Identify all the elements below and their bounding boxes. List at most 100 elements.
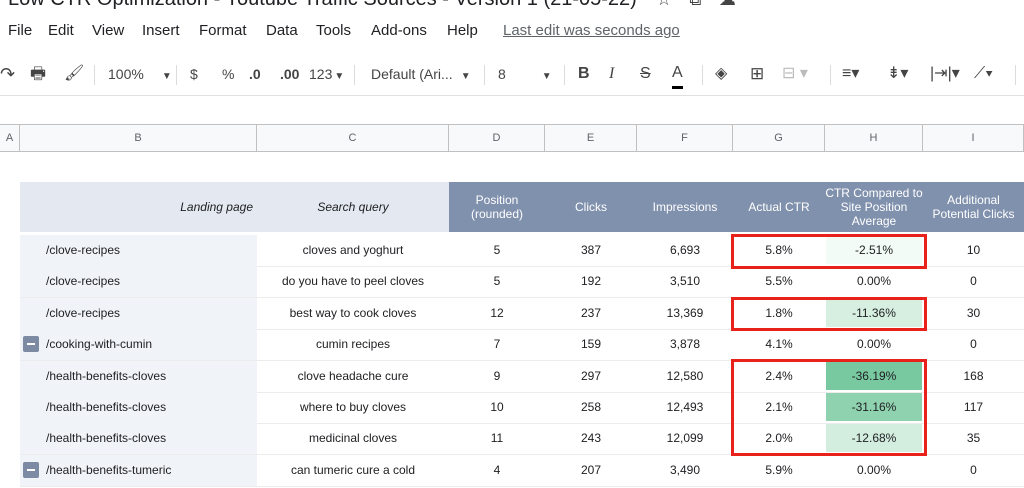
cell-additional-clicks[interactable]: 35 xyxy=(923,423,1024,454)
cell-impressions[interactable]: 12,099 xyxy=(637,423,733,454)
cell-impressions[interactable]: 12,580 xyxy=(637,361,733,392)
cloud-status-icon[interactable]: ☁ xyxy=(719,0,736,9)
cell-landing-page[interactable]: /health-benefits-cloves xyxy=(20,361,257,392)
header-impressions[interactable]: Impressions xyxy=(637,182,733,232)
cell-landing-page[interactable]: /cooking-with-cumin xyxy=(20,329,257,360)
cell-ctr-compared[interactable]: 0.00% xyxy=(826,330,922,358)
cell-search-query[interactable]: cumin recipes xyxy=(257,329,449,360)
cell-additional-clicks[interactable]: 0 xyxy=(923,329,1024,360)
collapse-group-icon[interactable] xyxy=(23,462,39,478)
text-color-button[interactable]: A xyxy=(672,60,683,89)
strikethrough-button[interactable]: S xyxy=(640,56,651,92)
redo-icon[interactable]: ↷ xyxy=(0,56,15,92)
cell-clicks[interactable]: 159 xyxy=(545,329,637,360)
cell-actual-ctr[interactable]: 5.5% xyxy=(733,266,825,297)
cell-additional-clicks[interactable]: 168 xyxy=(923,361,1024,392)
column-header-b[interactable]: B xyxy=(20,125,257,151)
menu-format[interactable]: Format xyxy=(199,22,247,39)
cell-impressions[interactable]: 3,490 xyxy=(637,455,733,486)
cell-search-query[interactable]: best way to cook cloves xyxy=(257,298,449,329)
header-search-query[interactable]: Search query xyxy=(257,182,449,232)
font-size-select[interactable]: 8 ▼ xyxy=(498,56,552,92)
header-actual-ctr[interactable]: Actual CTR xyxy=(733,182,825,232)
percent-format-button[interactable]: % xyxy=(222,56,234,92)
header-ctr-compared[interactable]: CTR Compared to Site Position Average xyxy=(825,182,923,232)
column-header-a[interactable]: A xyxy=(0,125,20,151)
cell-actual-ctr[interactable]: 5.9% xyxy=(733,455,825,486)
cell-position[interactable]: 10 xyxy=(449,392,545,423)
cell-impressions[interactable]: 12,493 xyxy=(637,392,733,423)
cell-landing-page[interactable]: /clove-recipes xyxy=(20,298,257,329)
increase-decimal-button[interactable]: .00 xyxy=(280,56,299,92)
cell-position[interactable]: 5 xyxy=(449,235,545,266)
text-wrapping-icon[interactable]: |⇥|▾ xyxy=(930,56,960,92)
vertical-align-icon[interactable]: ⇟▾ xyxy=(887,56,908,92)
column-header-i[interactable]: I xyxy=(923,125,1024,151)
print-icon[interactable]: 🖶 xyxy=(30,56,46,92)
borders-icon[interactable]: ⊞ xyxy=(750,56,764,92)
column-header-h[interactable]: H xyxy=(825,125,923,151)
menu-view[interactable]: View xyxy=(92,22,124,39)
cell-search-query[interactable]: where to buy cloves xyxy=(257,392,449,423)
star-icon[interactable]: ☆ xyxy=(656,0,671,9)
menu-help[interactable]: Help xyxy=(447,22,478,39)
header-additional-clicks[interactable]: Additional Potential Clicks xyxy=(923,182,1024,232)
cell-search-query[interactable]: do you have to peel cloves xyxy=(257,266,449,297)
menu-insert[interactable]: Insert xyxy=(142,22,180,39)
header-clicks[interactable]: Clicks xyxy=(545,182,637,232)
column-header-f[interactable]: F xyxy=(637,125,733,151)
cell-position[interactable]: 4 xyxy=(449,455,545,486)
menu-file[interactable]: File xyxy=(8,22,32,39)
cell-landing-page[interactable]: /health-benefits-tumeric xyxy=(20,455,257,486)
zoom-select[interactable]: 100% ▼ xyxy=(108,56,172,92)
cell-clicks[interactable]: 243 xyxy=(545,423,637,454)
last-edit-link[interactable]: Last edit was seconds ago xyxy=(503,22,680,39)
cell-additional-clicks[interactable]: 30 xyxy=(923,298,1024,329)
cell-ctr-compared[interactable]: 0.00% xyxy=(826,267,922,295)
column-header-e[interactable]: E xyxy=(545,125,637,151)
cell-impressions[interactable]: 3,510 xyxy=(637,266,733,297)
cell-search-query[interactable]: can tumeric cure a cold xyxy=(257,455,449,486)
cell-clicks[interactable]: 297 xyxy=(545,361,637,392)
cell-impressions[interactable]: 3,878 xyxy=(637,329,733,360)
column-header-c[interactable]: C xyxy=(257,125,449,151)
cell-search-query[interactable]: medicinal cloves xyxy=(257,423,449,454)
cell-position[interactable]: 12 xyxy=(449,298,545,329)
cell-additional-clicks[interactable]: 0 xyxy=(923,455,1024,486)
cell-impressions[interactable]: 13,369 xyxy=(637,298,733,329)
menu-data[interactable]: Data xyxy=(266,22,298,39)
merge-cells-icon[interactable]: ⊟ ▾ xyxy=(782,56,808,92)
text-rotation-icon[interactable]: ⟋▾ xyxy=(974,56,993,92)
cell-landing-page[interactable]: /clove-recipes xyxy=(20,266,257,297)
cell-position[interactable]: 7 xyxy=(449,329,545,360)
cell-clicks[interactable]: 237 xyxy=(545,298,637,329)
cell-clicks[interactable]: 207 xyxy=(545,455,637,486)
menu-tools[interactable]: Tools xyxy=(316,22,351,39)
paint-format-icon[interactable]: 🖌 xyxy=(64,56,84,92)
cell-landing-page[interactable]: /health-benefits-cloves xyxy=(20,392,257,423)
column-header-g[interactable]: G xyxy=(733,125,825,151)
decrease-decimal-button[interactable]: .0 xyxy=(249,56,261,92)
bold-button[interactable]: B xyxy=(578,56,590,92)
cell-search-query[interactable]: clove headache cure xyxy=(257,361,449,392)
cell-search-query[interactable]: cloves and yoghurt xyxy=(257,235,449,266)
cell-position[interactable]: 5 xyxy=(449,266,545,297)
fill-color-icon[interactable]: ◈ xyxy=(715,56,727,92)
cell-additional-clicks[interactable]: 0 xyxy=(923,266,1024,297)
cell-additional-clicks[interactable]: 10 xyxy=(923,235,1024,266)
cell-clicks[interactable]: 387 xyxy=(545,235,637,266)
cell-position[interactable]: 11 xyxy=(449,423,545,454)
header-landing-page[interactable]: Landing page xyxy=(20,182,257,232)
cell-clicks[interactable]: 258 xyxy=(545,392,637,423)
cell-landing-page[interactable]: /clove-recipes xyxy=(20,235,257,266)
currency-format-button[interactable]: $ xyxy=(190,56,198,92)
cell-clicks[interactable]: 192 xyxy=(545,266,637,297)
cell-landing-page[interactable]: /health-benefits-cloves xyxy=(20,423,257,454)
header-position[interactable]: Position (rounded) xyxy=(449,182,545,232)
menu-add-ons[interactable]: Add-ons xyxy=(371,22,427,39)
cell-additional-clicks[interactable]: 117 xyxy=(923,392,1024,423)
column-header-d[interactable]: D xyxy=(449,125,545,151)
move-to-folder-icon[interactable]: ⧉ xyxy=(689,0,701,9)
cell-ctr-compared[interactable]: 0.00% xyxy=(826,456,922,484)
more-formats-button[interactable]: 123 ▼ xyxy=(309,56,344,92)
